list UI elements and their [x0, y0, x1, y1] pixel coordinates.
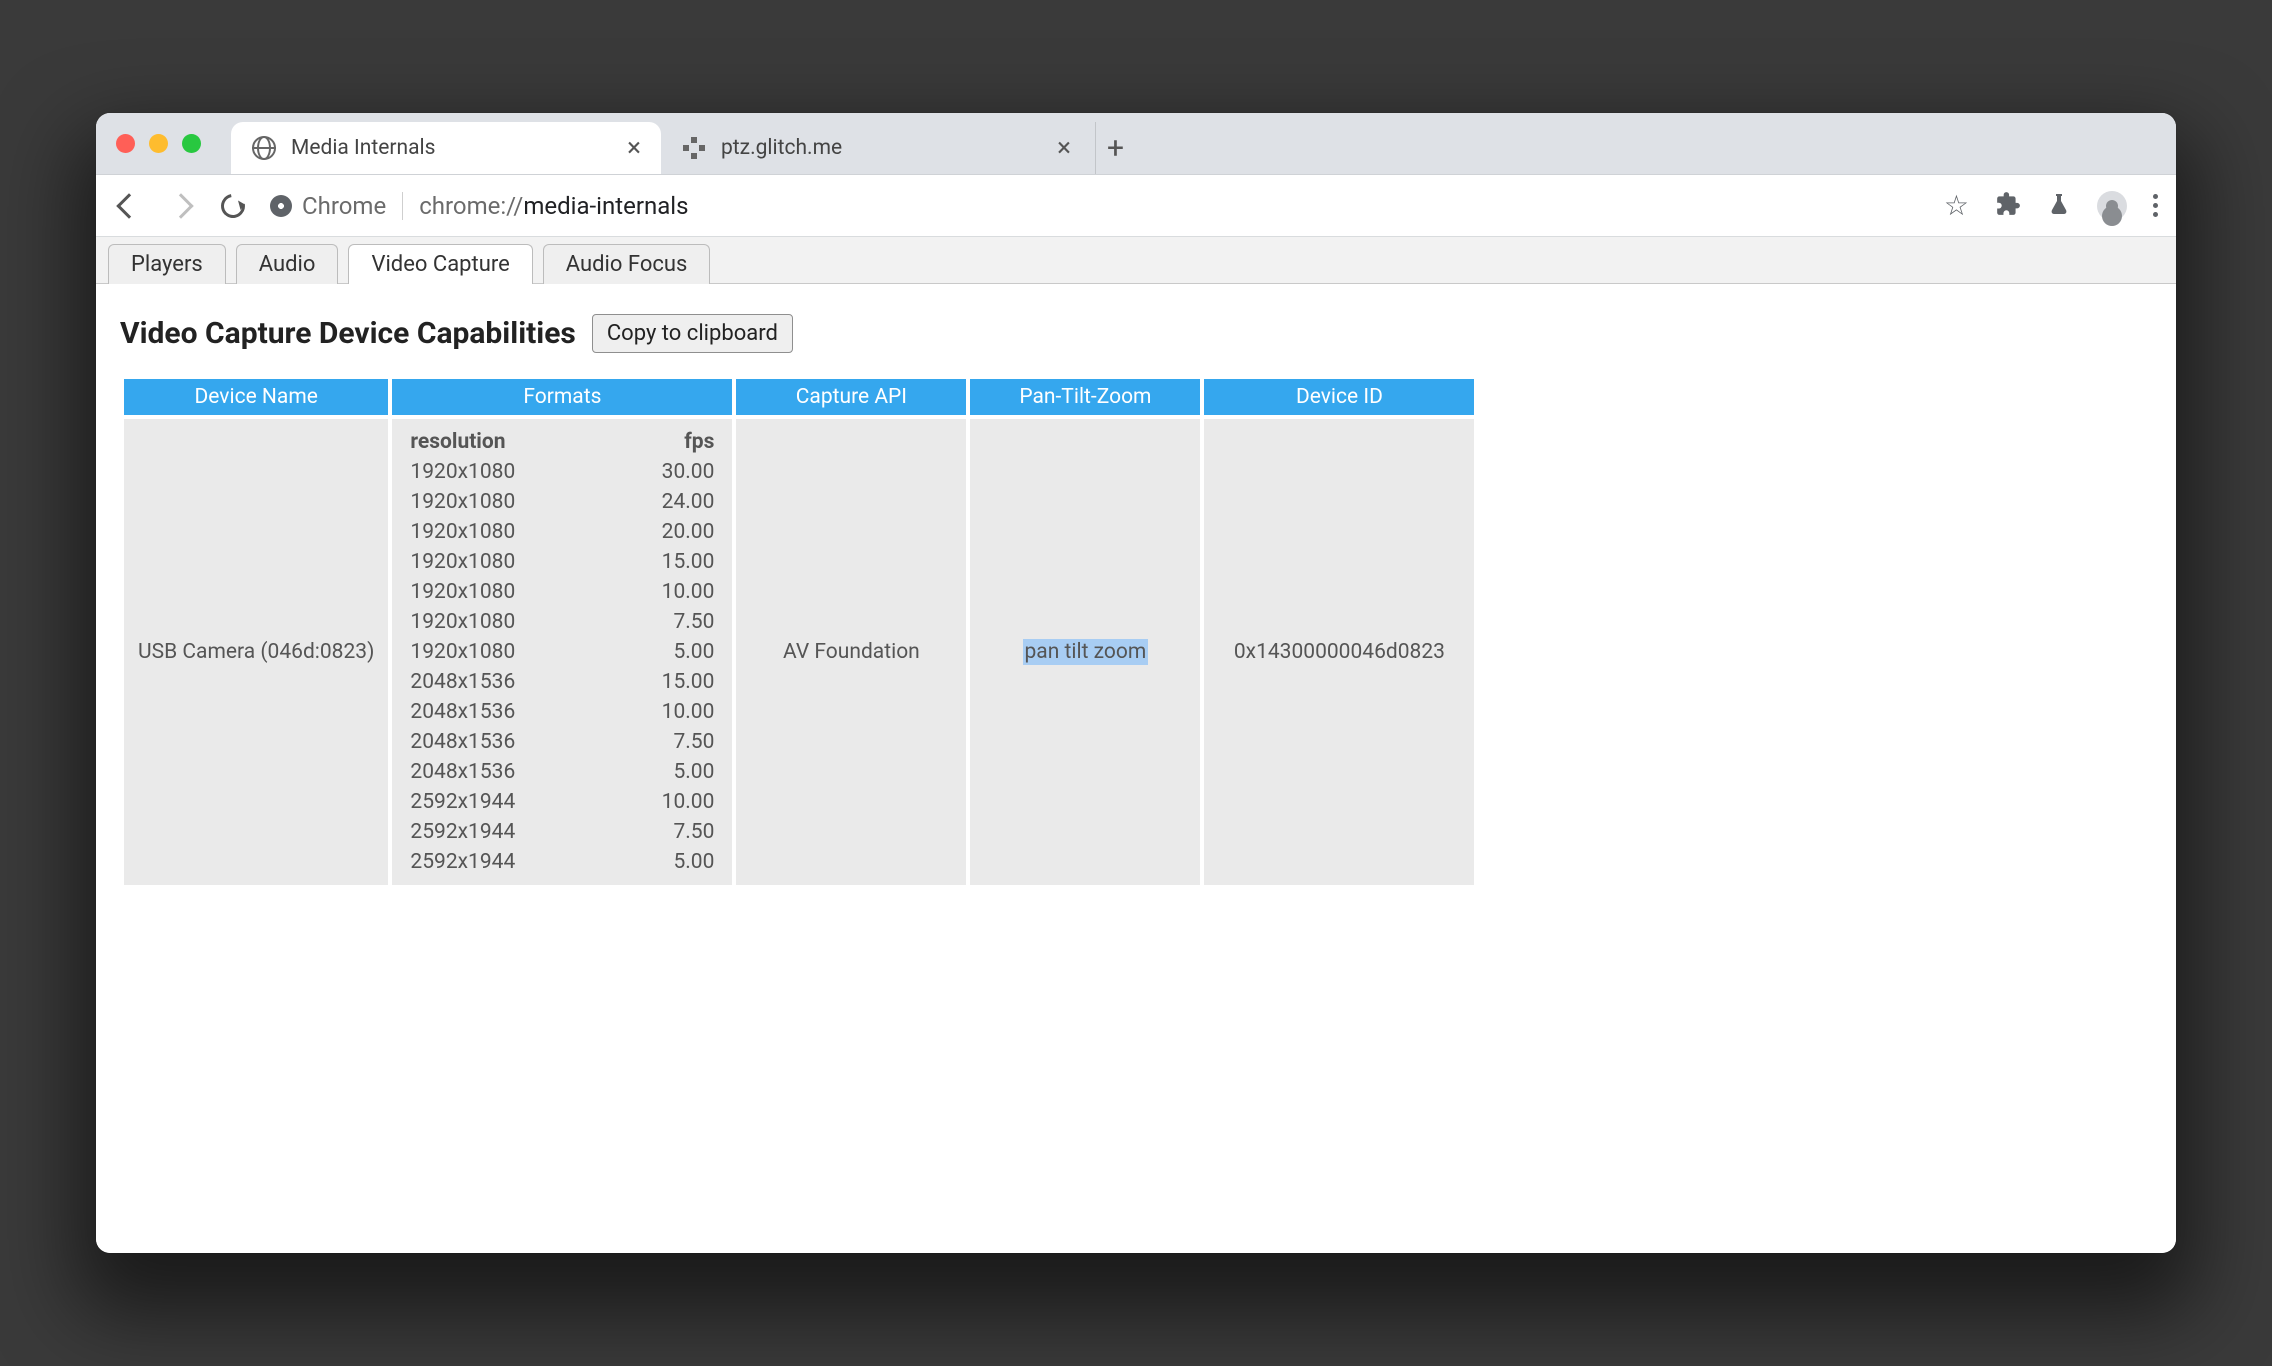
forward-button[interactable] — [166, 191, 196, 221]
zoom-window-button[interactable] — [182, 134, 201, 153]
labs-icon[interactable] — [2047, 191, 2071, 221]
tab-players[interactable]: Players — [108, 244, 226, 284]
format-resolution: 2592x1944 — [392, 847, 601, 877]
col-formats[interactable]: Formats — [392, 379, 732, 415]
format-fps: 24.00 — [601, 487, 732, 517]
format-resolution: 1920x1080 — [392, 487, 601, 517]
format-resolution: 1920x1080 — [392, 637, 601, 667]
format-resolution: 2048x1536 — [392, 727, 601, 757]
format-fps: 15.00 — [601, 667, 732, 697]
formats-header-fps: fps — [601, 427, 732, 457]
format-row: 1920x10805.00 — [392, 637, 732, 667]
format-row: 1920x108010.00 — [392, 577, 732, 607]
toolbar-actions: ☆ — [1944, 189, 2158, 222]
tab-media-internals[interactable]: Media Internals × — [231, 122, 661, 174]
formats-table: resolution fps 1920x108030.001920x108024… — [392, 427, 732, 877]
ptz-icon — [681, 135, 707, 161]
extensions-icon[interactable] — [1995, 191, 2021, 221]
page-tabs: Players Audio Video Capture Audio Focus — [96, 237, 2176, 284]
page-title: Video Capture Device Capabilities — [120, 316, 576, 351]
col-pan-tilt-zoom[interactable]: Pan-Tilt-Zoom — [970, 379, 1200, 415]
reload-button[interactable] — [218, 191, 248, 221]
format-fps: 10.00 — [601, 577, 732, 607]
page-content: Video Capture Device Capabilities Copy t… — [96, 284, 2176, 1253]
profile-avatar[interactable] — [2097, 191, 2127, 221]
format-resolution: 2592x1944 — [392, 787, 601, 817]
format-fps: 7.50 — [601, 817, 732, 847]
format-resolution: 1920x1080 — [392, 607, 601, 637]
globe-icon — [251, 135, 277, 161]
close-tab-icon[interactable]: × — [627, 135, 641, 161]
tab-audio-focus[interactable]: Audio Focus — [543, 244, 711, 284]
format-row: 2048x153610.00 — [392, 697, 732, 727]
device-id-cell: 0x14300000046d0823 — [1204, 419, 1474, 885]
format-row: 2048x153615.00 — [392, 667, 732, 697]
format-resolution: 1920x1080 — [392, 577, 601, 607]
close-window-button[interactable] — [116, 134, 135, 153]
new-tab-button[interactable]: + — [1095, 122, 1135, 174]
minimize-window-button[interactable] — [149, 134, 168, 153]
device-capabilities-table: Device Name Formats Capture API Pan-Tilt… — [120, 375, 1478, 889]
menu-icon[interactable] — [2153, 194, 2158, 217]
format-fps: 7.50 — [601, 607, 732, 637]
format-fps: 15.00 — [601, 547, 732, 577]
tab-title: ptz.glitch.me — [721, 136, 842, 160]
format-row: 1920x108030.00 — [392, 457, 732, 487]
format-fps: 30.00 — [601, 457, 732, 487]
format-row: 1920x10807.50 — [392, 607, 732, 637]
format-row: 2592x19445.00 — [392, 847, 732, 877]
copy-to-clipboard-button[interactable]: Copy to clipboard — [592, 314, 793, 353]
chrome-icon — [270, 195, 292, 217]
format-row: 2592x194410.00 — [392, 787, 732, 817]
capture-api-cell: AV Foundation — [736, 419, 966, 885]
format-resolution: 1920x1080 — [392, 517, 601, 547]
separator — [402, 192, 403, 220]
window-controls — [116, 113, 231, 174]
format-resolution: 1920x1080 — [392, 547, 601, 577]
col-device-id[interactable]: Device ID — [1204, 379, 1474, 415]
url-text: chrome://media-internals — [419, 192, 688, 220]
ptz-cell: pan tilt zoom — [970, 419, 1200, 885]
browser-window: Media Internals × ptz.glitch.me × + Chro… — [96, 113, 2176, 1253]
device-name-cell: USB Camera (046d:0823) — [124, 419, 388, 885]
formats-cell: resolution fps 1920x108030.001920x108024… — [392, 419, 732, 885]
close-tab-icon[interactable]: × — [1057, 135, 1071, 161]
format-row: 2048x15365.00 — [392, 757, 732, 787]
back-button[interactable] — [114, 191, 144, 221]
omnibox[interactable]: Chrome chrome://media-internals — [270, 192, 1922, 220]
tab-ptz-glitch[interactable]: ptz.glitch.me × — [661, 122, 1091, 174]
format-fps: 5.00 — [601, 637, 732, 667]
tab-video-capture[interactable]: Video Capture — [348, 244, 532, 284]
bookmark-icon[interactable]: ☆ — [1944, 189, 1969, 222]
format-resolution: 2048x1536 — [392, 757, 601, 787]
format-row: 2592x19447.50 — [392, 817, 732, 847]
tab-audio[interactable]: Audio — [236, 244, 339, 284]
format-resolution: 2048x1536 — [392, 667, 601, 697]
col-capture-api[interactable]: Capture API — [736, 379, 966, 415]
table-row: USB Camera (046d:0823) resolution fps 19… — [124, 419, 1474, 885]
format-fps: 7.50 — [601, 727, 732, 757]
formats-header-resolution: resolution — [392, 427, 601, 457]
toolbar: Chrome chrome://media-internals ☆ — [96, 175, 2176, 237]
format-resolution: 1920x1080 — [392, 457, 601, 487]
format-resolution: 2592x1944 — [392, 817, 601, 847]
origin-chip: Chrome — [270, 192, 386, 220]
ptz-value: pan tilt zoom — [1023, 639, 1149, 665]
format-fps: 10.00 — [601, 697, 732, 727]
format-resolution: 2048x1536 — [392, 697, 601, 727]
format-fps: 5.00 — [601, 847, 732, 877]
format-row: 2048x15367.50 — [392, 727, 732, 757]
format-row: 1920x108024.00 — [392, 487, 732, 517]
format-fps: 5.00 — [601, 757, 732, 787]
tab-title: Media Internals — [291, 136, 435, 160]
format-row: 1920x108015.00 — [392, 547, 732, 577]
tab-strip: Media Internals × ptz.glitch.me × + — [96, 113, 2176, 175]
format-row: 1920x108020.00 — [392, 517, 732, 547]
origin-label: Chrome — [302, 192, 386, 220]
col-device-name[interactable]: Device Name — [124, 379, 388, 415]
format-fps: 10.00 — [601, 787, 732, 817]
format-fps: 20.00 — [601, 517, 732, 547]
